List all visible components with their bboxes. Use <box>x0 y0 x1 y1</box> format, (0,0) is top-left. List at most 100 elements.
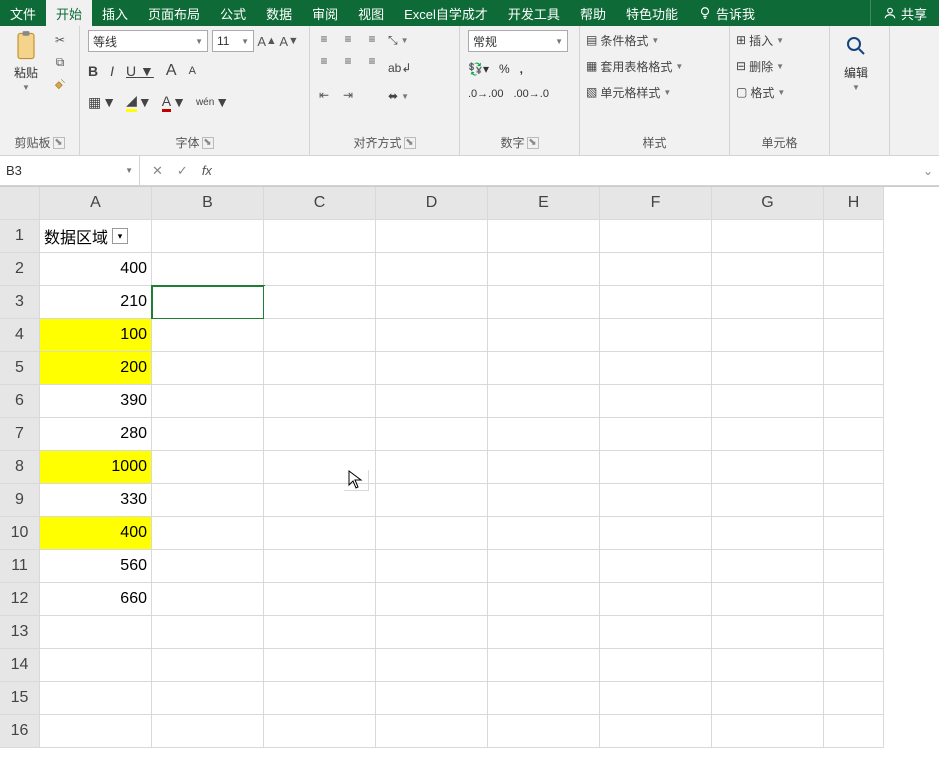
cell-D2[interactable] <box>376 253 488 286</box>
bold-button[interactable]: B <box>88 63 98 79</box>
cell-A12[interactable]: 660 <box>40 583 152 616</box>
cell-H2[interactable] <box>824 253 884 286</box>
cell-styles-button[interactable]: ▧单元格样式▼ <box>584 82 685 102</box>
cell-E10[interactable] <box>488 517 600 550</box>
cell-E1[interactable] <box>488 220 600 253</box>
cell-F16[interactable] <box>600 715 712 748</box>
cell-A11[interactable]: 560 <box>40 550 152 583</box>
align-right[interactable]: ≡ <box>362 52 382 70</box>
cell-G6[interactable] <box>712 385 824 418</box>
insert-function-button[interactable]: fx <box>202 163 212 178</box>
font-size-selector[interactable]: 11▼ <box>212 30 254 52</box>
cell-A14[interactable] <box>40 649 152 682</box>
align-middle[interactable]: ≡ <box>338 30 358 48</box>
cell-F5[interactable] <box>600 352 712 385</box>
border-button[interactable]: ▦▼ <box>88 94 116 111</box>
cell-E4[interactable] <box>488 319 600 352</box>
cell-E7[interactable] <box>488 418 600 451</box>
cell-F14[interactable] <box>600 649 712 682</box>
column-header-H[interactable]: H <box>824 187 884 220</box>
row-header-5[interactable]: 5 <box>0 352 40 385</box>
cell-C2[interactable] <box>264 253 376 286</box>
cell-G11[interactable] <box>712 550 824 583</box>
cell-G2[interactable] <box>712 253 824 286</box>
align-dialog-launcher[interactable]: ⬊ <box>404 137 416 149</box>
row-header-14[interactable]: 14 <box>0 649 40 682</box>
cell-A16[interactable] <box>40 715 152 748</box>
delete-cells-button[interactable]: ⊟删除▼ <box>734 56 787 76</box>
format-painter-button[interactable] <box>52 76 68 92</box>
cell-F6[interactable] <box>600 385 712 418</box>
cell-G4[interactable] <box>712 319 824 352</box>
row-header-2[interactable]: 2 <box>0 253 40 286</box>
cell-H7[interactable] <box>824 418 884 451</box>
filter-button[interactable]: ▾ <box>112 228 128 244</box>
cell-H14[interactable] <box>824 649 884 682</box>
cell-C4[interactable] <box>264 319 376 352</box>
cell-D7[interactable] <box>376 418 488 451</box>
cell-B13[interactable] <box>152 616 264 649</box>
cell-H12[interactable] <box>824 583 884 616</box>
row-header-9[interactable]: 9 <box>0 484 40 517</box>
cell-A3[interactable]: 210 <box>40 286 152 319</box>
row-header-6[interactable]: 6 <box>0 385 40 418</box>
cell-A2[interactable]: 400 <box>40 253 152 286</box>
cut-button[interactable]: ✂ <box>52 32 68 48</box>
cell-H16[interactable] <box>824 715 884 748</box>
tab-developer[interactable]: 开发工具 <box>498 0 570 26</box>
cell-B3[interactable] <box>152 286 264 319</box>
tab-file[interactable]: 文件 <box>0 0 46 26</box>
font-grow-icon[interactable]: A <box>166 62 177 80</box>
cell-E12[interactable] <box>488 583 600 616</box>
cell-E13[interactable] <box>488 616 600 649</box>
increase-indent[interactable]: ⇥ <box>338 86 358 104</box>
cell-H4[interactable] <box>824 319 884 352</box>
cell-G5[interactable] <box>712 352 824 385</box>
cell-A13[interactable] <box>40 616 152 649</box>
cell-C14[interactable] <box>264 649 376 682</box>
row-header-11[interactable]: 11 <box>0 550 40 583</box>
row-header-7[interactable]: 7 <box>0 418 40 451</box>
format-cells-button[interactable]: ▢格式▼ <box>734 82 787 102</box>
cell-G9[interactable] <box>712 484 824 517</box>
cell-A6[interactable]: 390 <box>40 385 152 418</box>
cell-D9[interactable] <box>376 484 488 517</box>
decrease-indent[interactable]: ⇤ <box>314 86 334 104</box>
underline-button[interactable]: U ▼ <box>126 63 154 79</box>
cell-C9[interactable] <box>264 484 376 517</box>
cell-C10[interactable] <box>264 517 376 550</box>
tab-page-layout[interactable]: 页面布局 <box>138 0 210 26</box>
column-header-F[interactable]: F <box>600 187 712 220</box>
cell-C16[interactable] <box>264 715 376 748</box>
increase-decimal[interactable]: .0→.00 <box>468 88 503 100</box>
cell-C12[interactable] <box>264 583 376 616</box>
select-all-corner[interactable] <box>0 187 40 220</box>
clipboard-dialog-launcher[interactable]: ⬊ <box>53 137 65 149</box>
column-header-C[interactable]: C <box>264 187 376 220</box>
cell-F7[interactable] <box>600 418 712 451</box>
cell-E8[interactable] <box>488 451 600 484</box>
cell-H15[interactable] <box>824 682 884 715</box>
number-format-selector[interactable]: 常规▼ <box>468 30 568 52</box>
cell-E9[interactable] <box>488 484 600 517</box>
name-box[interactable]: B3▼ <box>0 156 140 185</box>
cell-H13[interactable] <box>824 616 884 649</box>
cell-B5[interactable] <box>152 352 264 385</box>
column-header-G[interactable]: G <box>712 187 824 220</box>
cell-B16[interactable] <box>152 715 264 748</box>
accept-formula-button[interactable]: ✓ <box>177 163 188 179</box>
font-shrink-icon[interactable]: A <box>189 65 196 77</box>
cell-F3[interactable] <box>600 286 712 319</box>
cell-C7[interactable] <box>264 418 376 451</box>
cell-B15[interactable] <box>152 682 264 715</box>
align-left[interactable]: ≡ <box>314 52 334 70</box>
cell-C8[interactable] <box>264 451 376 484</box>
conditional-format-button[interactable]: ▤条件格式▼ <box>584 30 685 50</box>
merge-center-button[interactable]: ⬌▼ <box>386 86 413 106</box>
row-header-12[interactable]: 12 <box>0 583 40 616</box>
cell-G14[interactable] <box>712 649 824 682</box>
align-bottom[interactable]: ≡ <box>362 30 382 48</box>
cell-G3[interactable] <box>712 286 824 319</box>
cell-G1[interactable] <box>712 220 824 253</box>
tab-home[interactable]: 开始 <box>46 0 92 26</box>
